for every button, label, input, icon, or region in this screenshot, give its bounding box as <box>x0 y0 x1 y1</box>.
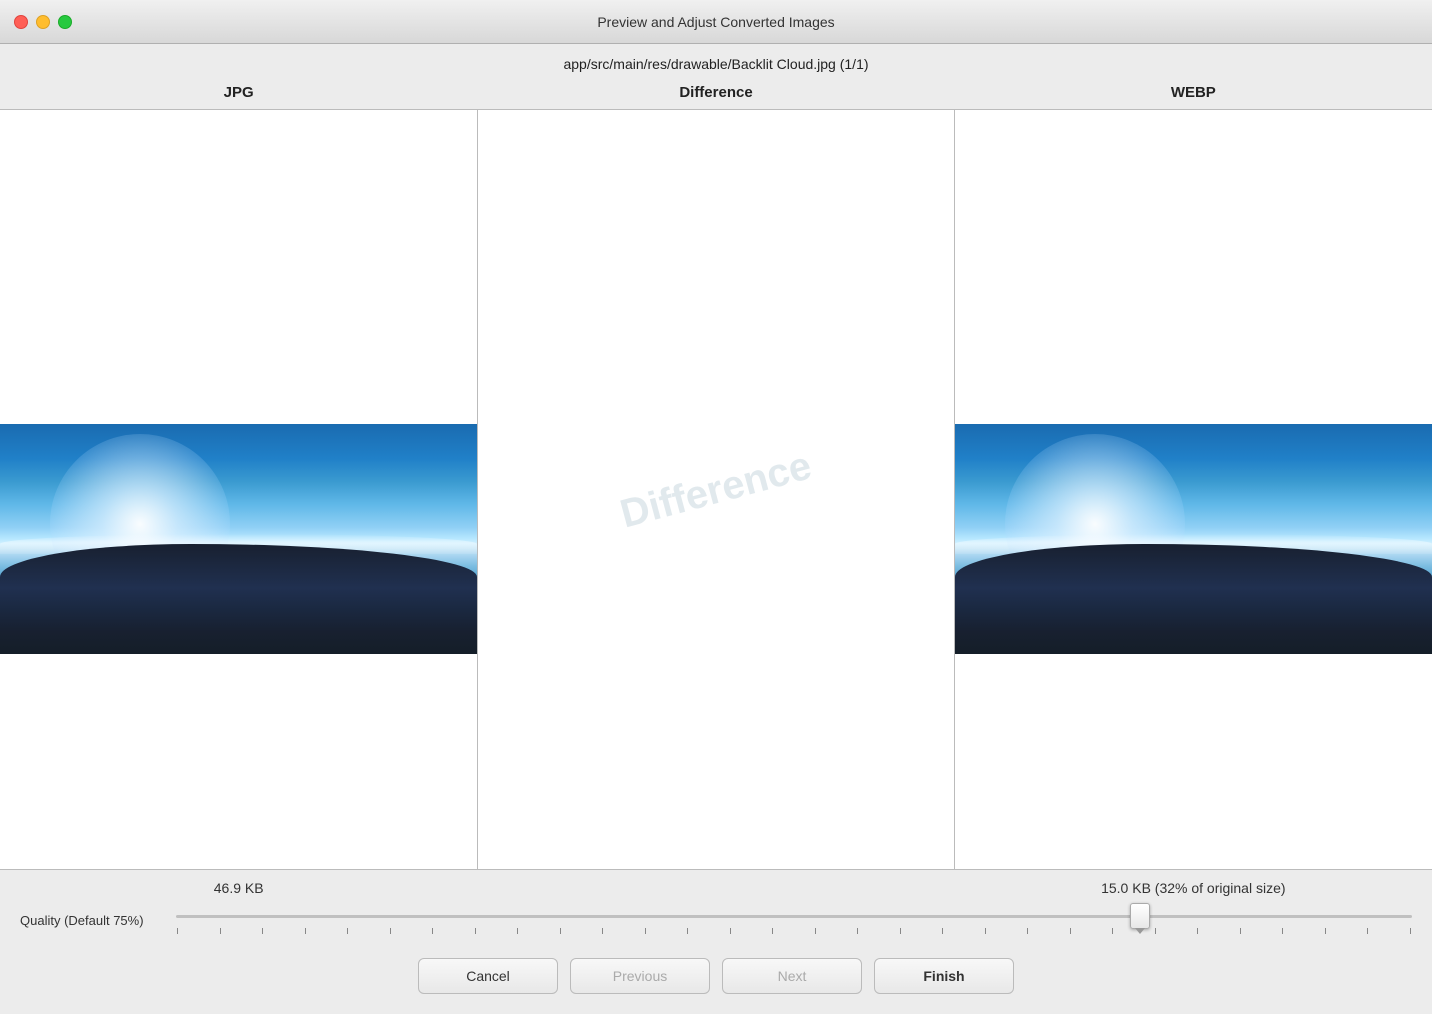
tick-21 <box>1027 928 1028 934</box>
tick-1 <box>177 928 178 934</box>
size-labels: 46.9 KB 15.0 KB (32% of original size) <box>0 870 1432 900</box>
quality-slider-track[interactable] <box>176 906 1412 926</box>
tick-23 <box>1112 928 1113 934</box>
tick-12 <box>645 928 646 934</box>
tick-30 <box>1410 928 1411 934</box>
previous-button[interactable]: Previous <box>570 958 710 994</box>
tick-24 <box>1155 928 1156 934</box>
tick-8 <box>475 928 476 934</box>
difference-pane: Difference <box>477 110 956 869</box>
minimize-button[interactable] <box>36 15 50 29</box>
diff-watermark: Difference <box>615 441 816 538</box>
slider-thumb[interactable] <box>1130 903 1150 929</box>
tick-26 <box>1240 928 1241 934</box>
image-area: Difference <box>0 109 1432 870</box>
maximize-button[interactable] <box>58 15 72 29</box>
webp-image <box>955 424 1432 654</box>
tick-7 <box>432 928 433 934</box>
jpg-image-pane <box>0 110 477 869</box>
finish-button[interactable]: Finish <box>874 958 1014 994</box>
webp-column-header: WEBP <box>955 80 1432 109</box>
slider-ticks <box>176 926 1412 934</box>
webp-size-label: 15.0 KB (32% of original size) <box>955 880 1432 896</box>
cancel-button[interactable]: Cancel <box>418 958 558 994</box>
tick-3 <box>262 928 263 934</box>
tick-4 <box>305 928 306 934</box>
cloud-bottom-left <box>0 544 477 654</box>
size-label-spacer <box>477 880 954 896</box>
cloud-bottom-right <box>955 544 1432 654</box>
tick-16 <box>815 928 816 934</box>
jpg-image <box>0 424 477 654</box>
jpg-column-header: JPG <box>0 80 477 109</box>
button-row: Cancel Previous Next Finish <box>0 948 1432 1014</box>
file-path: app/src/main/res/drawable/Backlit Cloud.… <box>0 44 1432 80</box>
slider-line <box>176 915 1412 918</box>
webp-image-pane <box>955 110 1432 869</box>
tick-11 <box>602 928 603 934</box>
tick-9 <box>517 928 518 934</box>
tick-14 <box>730 928 731 934</box>
tick-25 <box>1197 928 1198 934</box>
quality-label: Quality (Default 75%) <box>20 913 160 928</box>
tick-19 <box>942 928 943 934</box>
tick-28 <box>1325 928 1326 934</box>
tick-17 <box>857 928 858 934</box>
tick-6 <box>390 928 391 934</box>
tick-27 <box>1282 928 1283 934</box>
traffic-lights <box>14 15 72 29</box>
tick-10 <box>560 928 561 934</box>
title-bar: Preview and Adjust Converted Images <box>0 0 1432 44</box>
close-button[interactable] <box>14 15 28 29</box>
quality-row: Quality (Default 75%) <box>0 900 1432 948</box>
next-button[interactable]: Next <box>722 958 862 994</box>
tick-5 <box>347 928 348 934</box>
tick-15 <box>772 928 773 934</box>
window-title: Preview and Adjust Converted Images <box>597 14 834 30</box>
main-content: app/src/main/res/drawable/Backlit Cloud.… <box>0 44 1432 1014</box>
tick-2 <box>220 928 221 934</box>
bottom-bar: 46.9 KB 15.0 KB (32% of original size) Q… <box>0 870 1432 1014</box>
tick-18 <box>900 928 901 934</box>
jpg-size-label: 46.9 KB <box>0 880 477 896</box>
difference-column-header: Difference <box>477 80 954 109</box>
column-headers: JPG Difference WEBP <box>0 80 1432 109</box>
tick-20 <box>985 928 986 934</box>
quality-slider-container <box>176 906 1412 934</box>
tick-22 <box>1070 928 1071 934</box>
tick-13 <box>687 928 688 934</box>
tick-29 <box>1367 928 1368 934</box>
